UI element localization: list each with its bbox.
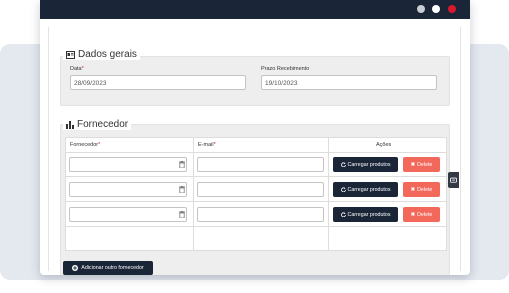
refresh-icon (340, 187, 346, 192)
carregar-produtos-label: Carregar produtos (347, 161, 391, 168)
x-icon: ✖ (410, 186, 416, 193)
fornecedor-legend: Fornecedor (63, 119, 132, 130)
stage: Data* 28/09/2023 Prazo Recebimento 19/10… (0, 0, 509, 293)
add-fornecedor-label: Adicionar outro fornecedor (81, 265, 144, 271)
add-fornecedor-button[interactable]: Adicionar outro fornecedor (63, 261, 153, 275)
form-content: Data* 28/09/2023 Prazo Recebimento 19/10… (48, 27, 461, 275)
required-marker: * (81, 66, 84, 72)
required-marker: * (98, 142, 101, 148)
delete-label: Delete (417, 186, 433, 193)
delete-button[interactable]: ✖ Delete (403, 207, 440, 222)
fornecedor-table: Fornecedor* E-mail* Ações Carregar produ… (65, 137, 447, 251)
trash-icon[interactable] (179, 186, 185, 193)
chat-icon (450, 177, 457, 183)
prazo-recebimento-label: Prazo Recebimento (261, 66, 310, 72)
required-marker: * (213, 142, 216, 148)
column-divider (328, 138, 329, 250)
delete-label: Delete (417, 161, 433, 168)
dados-gerais-panel: Data* 28/09/2023 Prazo Recebimento 19/10… (60, 56, 450, 106)
trash-icon[interactable] (179, 211, 185, 218)
maximize-button[interactable] (432, 5, 440, 13)
data-label: Data* (70, 66, 84, 72)
trash-icon[interactable] (179, 161, 185, 168)
refresh-icon (340, 162, 346, 167)
dados-gerais-legend: Dados gerais (63, 49, 140, 60)
email-input[interactable] (197, 207, 324, 222)
close-button[interactable] (448, 5, 456, 13)
delete-label: Delete (417, 211, 433, 218)
delete-button[interactable]: ✖ Delete (403, 157, 440, 172)
column-header-acoes: Ações (376, 142, 392, 148)
delete-button[interactable]: ✖ Delete (403, 182, 440, 197)
carregar-produtos-button[interactable]: Carregar produtos (333, 182, 398, 197)
fornecedor-input[interactable] (69, 207, 187, 222)
app-window: Data* 28/09/2023 Prazo Recebimento 19/10… (40, 0, 470, 275)
column-header-email: E-mail* (198, 142, 216, 148)
carregar-produtos-button[interactable]: Carregar produtos (333, 207, 398, 222)
carregar-produtos-label: Carregar produtos (347, 186, 391, 193)
column-divider (193, 138, 194, 250)
fornecedor-input[interactable] (69, 157, 187, 172)
carregar-produtos-button[interactable]: Carregar produtos (333, 157, 398, 172)
prazo-recebimento-input[interactable]: 19/10/2023 (261, 75, 437, 90)
id-card-icon (66, 50, 75, 59)
plus-circle-icon (72, 265, 79, 271)
data-input[interactable]: 28/09/2023 (70, 75, 246, 90)
dados-gerais-title: Dados gerais (78, 49, 137, 60)
x-icon: ✖ (410, 161, 416, 168)
x-icon: ✖ (410, 211, 416, 218)
row-divider (66, 176, 446, 177)
bar-chart-icon (66, 120, 74, 129)
refresh-icon (340, 212, 346, 217)
email-input[interactable] (197, 157, 324, 172)
row-divider (66, 201, 446, 202)
carregar-produtos-label: Carregar produtos (347, 211, 391, 218)
side-tab[interactable] (448, 172, 459, 188)
email-input[interactable] (197, 182, 324, 197)
row-divider (66, 152, 446, 153)
row-divider (66, 226, 446, 227)
fornecedor-title: Fornecedor (77, 119, 129, 130)
minimize-button[interactable] (417, 5, 425, 13)
column-header-fornecedor: Fornecedor* (70, 142, 101, 148)
fornecedor-input[interactable] (69, 182, 187, 197)
title-bar (40, 0, 470, 19)
